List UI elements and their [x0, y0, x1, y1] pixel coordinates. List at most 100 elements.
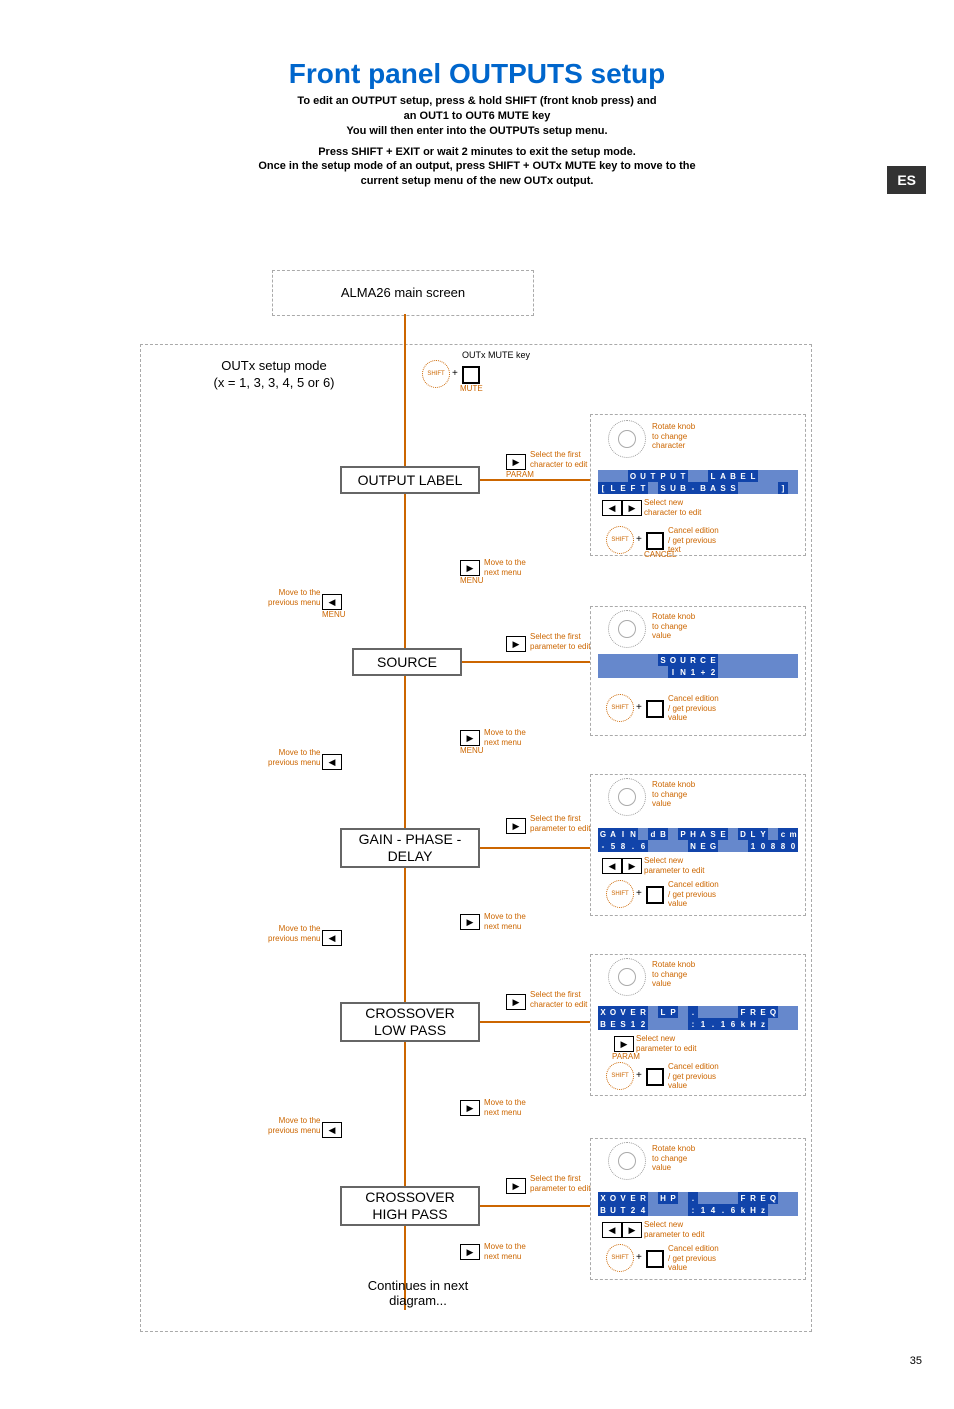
connector — [404, 314, 406, 354]
right-arrow-icon: ▶ — [460, 730, 480, 746]
hint-next-menu: Move to the next menu — [484, 558, 526, 577]
menu-label: MENU — [322, 610, 346, 620]
connector — [480, 847, 590, 849]
param-label: PARAM — [612, 1052, 640, 1062]
hint-next-menu: Move to the next menu — [484, 912, 526, 931]
right-arrow-icon: ▶ — [622, 858, 642, 874]
plus-icon: + — [636, 1070, 642, 1081]
plus-icon: + — [636, 702, 642, 713]
lcd-xover-lp: XOVERLP.FREQBES12:1.16kHz — [598, 1006, 798, 1030]
hint-new-param: Select new parameter to edit — [644, 1220, 704, 1239]
hint-next-menu: Move to the next menu — [484, 1242, 526, 1261]
mute-sub-label: MUTE — [460, 384, 483, 394]
hint-first-param: Select the first parameter to edit — [530, 1174, 590, 1193]
step-crossover-low-pass: CROSSOVER LOW PASS — [340, 1002, 480, 1042]
hint-cancel-val: Cancel edition / get previous value — [668, 1062, 719, 1091]
param-label: PARAM — [506, 470, 534, 480]
plus-icon: + — [636, 1252, 642, 1263]
plus-icon: + — [636, 534, 642, 545]
page-number: 35 — [910, 1355, 922, 1367]
left-arrow-icon: ◀ — [602, 858, 622, 874]
step-crossover-high-pass: CROSSOVER HIGH PASS — [340, 1186, 480, 1226]
shift-icon: SHIFT — [606, 1062, 634, 1090]
hint-cancel-val: Cancel edition / get previous value — [668, 1244, 719, 1273]
hint-new-param: Select new parameter to edit — [636, 1034, 696, 1053]
mute-key-icon — [646, 886, 664, 904]
right-arrow-icon: ▶ — [460, 560, 480, 576]
language-tab: ES — [887, 166, 926, 194]
knob-icon — [608, 420, 646, 458]
hint-new-param: Select new parameter to edit — [644, 856, 704, 875]
connector — [480, 1205, 590, 1207]
lcd-output-label: OUTPUTLABEL[LEFTSUB-BASS] — [598, 470, 798, 494]
right-arrow-icon: ▶ — [460, 1100, 480, 1116]
knob-icon — [608, 1142, 646, 1180]
menu-label: MENU — [460, 746, 484, 756]
page-title: Front panel OUTPUTS setup — [0, 58, 954, 90]
right-arrow-icon: ▶ — [506, 636, 526, 652]
hint-next-menu: Move to the next menu — [484, 728, 526, 747]
left-arrow-icon: ◀ — [322, 594, 342, 610]
left-arrow-icon: ◀ — [602, 1222, 622, 1238]
step-output-label: OUTPUT LABEL — [340, 466, 480, 494]
right-arrow-icon: ▶ — [506, 994, 526, 1010]
shift-icon: SHIFT — [606, 1244, 634, 1272]
menu-label: MENU — [460, 576, 484, 586]
setup-mode-box: OUTx setup mode (x = 1, 3, 3, 4, 5 or 6) — [166, 354, 382, 396]
hint-cancel-val: Cancel edition / get previous value — [668, 694, 719, 723]
right-arrow-icon: ▶ — [460, 914, 480, 930]
intro-block: To edit an OUTPUT setup, press & hold SH… — [167, 94, 787, 189]
hint-rotate-val: Rotate knob to change value — [652, 780, 695, 809]
left-arrow-icon: ◀ — [602, 500, 622, 516]
right-arrow-icon: ▶ — [506, 454, 526, 470]
hint-rotate-val: Rotate knob to change value — [652, 612, 695, 641]
intro-line: You will then enter into the OUTPUTs set… — [167, 124, 787, 139]
lcd-xover-hp: XOVERHP.FREQBUT24:14.6kHz — [598, 1192, 798, 1216]
shift-icon: SHIFT — [606, 526, 634, 554]
hint-rotate-val: Rotate knob to change value — [652, 1144, 695, 1173]
knob-icon — [608, 958, 646, 996]
right-arrow-icon: ▶ — [460, 1244, 480, 1260]
step-source: SOURCE — [352, 648, 462, 676]
left-arrow-icon: ◀ — [322, 930, 342, 946]
hint-first-param: Select the first parameter to edit — [530, 632, 590, 651]
intro-line: an OUT1 to OUT6 MUTE key — [167, 109, 787, 124]
right-arrow-icon: ▶ — [506, 1178, 526, 1194]
lcd-gain: GAINdBPHASEDLYcm-58.6NEG10880 — [598, 828, 798, 852]
hint-rotate-char: Rotate knob to change character — [652, 422, 695, 451]
shift-icon: SHIFT — [422, 360, 450, 388]
mute-key-label: OUTx MUTE key — [462, 350, 530, 361]
mute-key-icon — [462, 366, 480, 384]
plus-icon: + — [452, 368, 458, 379]
intro-line: To edit an OUTPUT setup, press & hold SH… — [167, 94, 787, 109]
shift-icon: SHIFT — [606, 880, 634, 908]
hint-prev-menu: Move to the previous menu — [268, 748, 320, 767]
shift-icon: SHIFT — [606, 694, 634, 722]
knob-icon — [608, 610, 646, 648]
knob-icon — [608, 778, 646, 816]
mute-key-icon — [646, 1250, 664, 1268]
hint-next-menu: Move to the next menu — [484, 1098, 526, 1117]
right-arrow-icon: ▶ — [622, 1222, 642, 1238]
plus-icon: + — [636, 888, 642, 899]
intro-line: Press SHIFT + EXIT or wait 2 minutes to … — [167, 145, 787, 160]
hint-first-char: Select the first character to edit — [530, 450, 587, 469]
left-arrow-icon: ◀ — [322, 754, 342, 770]
hint-prev-menu: Move to the previous menu — [268, 924, 320, 943]
lcd-source: SOURCEIN1+2 — [598, 654, 798, 678]
connector — [462, 661, 590, 663]
hint-prev-menu: Move to the previous menu — [268, 1116, 320, 1135]
main-screen-box: ALMA26 main screen — [310, 280, 496, 304]
setup-mode-line2: (x = 1, 3, 3, 4, 5 or 6) — [213, 375, 334, 392]
intro-line: Once in the setup mode of an output, pre… — [167, 159, 787, 174]
hint-cancel-text: Cancel edition / get previous text — [668, 526, 719, 555]
mute-key-icon — [646, 1068, 664, 1086]
connector — [480, 1021, 590, 1023]
right-arrow-icon: ▶ — [614, 1036, 634, 1052]
mute-key-icon — [646, 700, 664, 718]
mute-key-icon — [646, 532, 664, 550]
hint-new-char: Select new character to edit — [644, 498, 701, 517]
right-arrow-icon: ▶ — [622, 500, 642, 516]
continues-label: Continues in next diagram... — [358, 1278, 478, 1308]
hint-rotate-val: Rotate knob to change value — [652, 960, 695, 989]
